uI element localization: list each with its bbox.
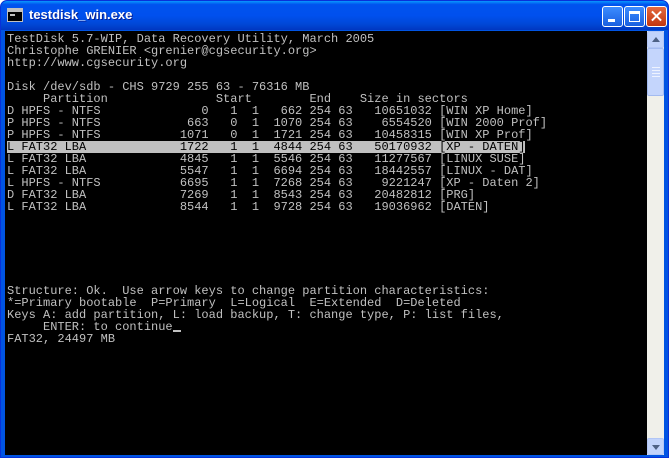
console-app-icon[interactable] [7, 8, 23, 22]
console-line: FAT32, 24497 MB [7, 333, 115, 345]
scroll-thumb[interactable] [647, 48, 664, 96]
arrow-down-icon [652, 445, 660, 450]
title-bar[interactable]: testdisk_win.exe [1, 1, 668, 30]
vertical-scrollbar[interactable] [647, 31, 664, 455]
console-line-text: FAT32, 24497 MB [7, 332, 116, 346]
maximize-button[interactable] [624, 6, 645, 27]
window-title: testdisk_win.exe [29, 7, 133, 22]
minimize-icon [608, 19, 615, 22]
close-icon [647, 7, 666, 26]
console-line: http://www.cgsecurity.org [7, 57, 187, 69]
console-output[interactable]: TestDisk 5.7-WIP, Data Recovery Utility,… [5, 31, 647, 455]
scroll-up-button[interactable] [647, 31, 664, 48]
text-cursor [172, 330, 181, 332]
console-window: testdisk_win.exe TestDisk 5.7-WIP, Data … [0, 0, 669, 458]
maximize-icon [629, 11, 640, 22]
console-line: L FAT32 LBA 8544 1 1 9728 254 63 1903696… [7, 201, 489, 213]
console-line-text: http://www.cgsecurity.org [7, 56, 188, 70]
arrow-up-icon [652, 37, 660, 42]
close-button[interactable] [646, 6, 667, 27]
console-line-text: L FAT32 LBA 8544 1 1 9728 254 63 1903696… [7, 200, 490, 214]
minimize-button[interactable] [602, 6, 623, 27]
scroll-down-button[interactable] [647, 438, 664, 455]
